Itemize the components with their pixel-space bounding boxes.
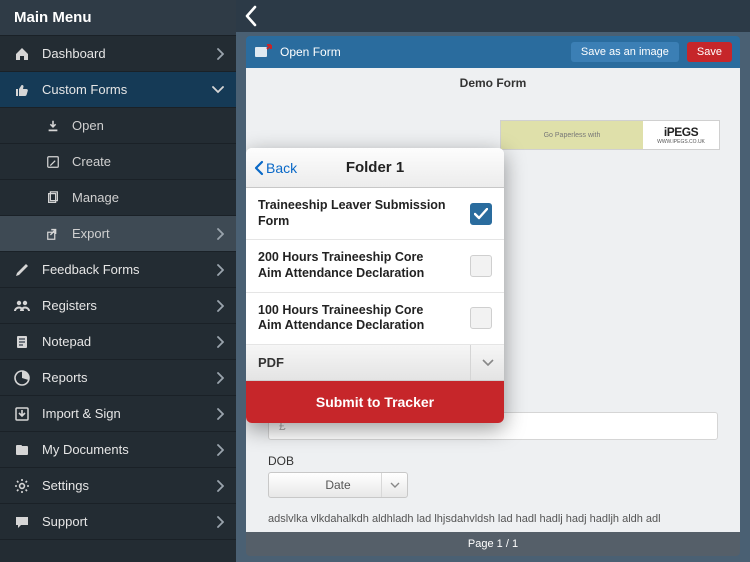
sidebar-sub-create[interactable]: Create: [0, 144, 236, 180]
popover-row-label: Traineeship Leaver Submission Form: [258, 198, 448, 229]
download-icon: [44, 117, 62, 135]
chevron-right-icon: [216, 372, 224, 384]
chevron-right-icon: [216, 264, 224, 276]
sidebar-sub-label: Export: [72, 226, 110, 241]
chevron-right-icon: [216, 228, 224, 240]
open-form-label[interactable]: Open Form: [280, 45, 341, 59]
sidebar-item-label: Notepad: [42, 334, 91, 349]
sidebar-item-label: Custom Forms: [42, 82, 127, 97]
sidebar-item-label: Import & Sign: [42, 406, 121, 421]
sidebar-sub-manage[interactable]: Manage: [0, 180, 236, 216]
export-format-label: PDF: [258, 355, 284, 370]
back-button[interactable]: [244, 5, 258, 27]
date-select-label: Date: [325, 478, 350, 492]
chevron-right-icon: [216, 516, 224, 528]
popover-row-label: 200 Hours Traineeship Core Aim Attendanc…: [258, 250, 448, 281]
copy-icon: [44, 189, 62, 207]
sidebar-item-label: Settings: [42, 478, 89, 493]
save-button[interactable]: Save: [687, 42, 732, 62]
sidebar-item-support[interactable]: Support: [0, 504, 236, 540]
logo-banner: Go Paperless with iPEGS WWW.IPEGS.CO.UK: [500, 120, 720, 150]
sidebar: Main Menu Dashboard Custom Forms Open Cr…: [0, 0, 236, 562]
header-bar: [236, 0, 750, 32]
export-icon: [44, 225, 62, 243]
export-popover: Back Folder 1 Traineeship Leaver Submiss…: [246, 148, 504, 423]
open-form-icon[interactable]: [254, 44, 272, 60]
dob-label: DOB: [268, 454, 740, 468]
popover-row[interactable]: 100 Hours Traineeship Core Aim Attendanc…: [246, 293, 504, 345]
chat-icon: [12, 512, 32, 532]
sidebar-sub-open[interactable]: Open: [0, 108, 236, 144]
sidebar-item-settings[interactable]: Settings: [0, 468, 236, 504]
popover-back-button[interactable]: Back: [254, 160, 297, 176]
sidebar-item-label: Reports: [42, 370, 88, 385]
submit-to-tracker-button[interactable]: Submit to Tracker: [246, 381, 504, 423]
sidebar-title: Main Menu: [0, 0, 236, 36]
chevron-right-icon: [216, 48, 224, 60]
logo-text: iPEGS: [664, 125, 698, 139]
sidebar-sub-label: Open: [72, 118, 104, 133]
sidebar-item-reports[interactable]: Reports: [0, 360, 236, 396]
checkbox[interactable]: [470, 255, 492, 277]
sidebar-item-label: Feedback Forms: [42, 262, 140, 277]
sidebar-item-import-sign[interactable]: Import & Sign: [0, 396, 236, 432]
checkbox[interactable]: [470, 203, 492, 225]
gear-icon: [12, 476, 32, 496]
popover-title: Folder 1: [346, 159, 404, 176]
main-pane: Open Form Save as an image Save Demo For…: [236, 0, 750, 562]
popover-row-label: 100 Hours Traineeship Core Aim Attendanc…: [258, 303, 448, 334]
note-icon: [12, 332, 32, 352]
docs-icon: [12, 440, 32, 460]
save-as-image-button[interactable]: Save as an image: [571, 42, 679, 62]
chevron-right-icon: [216, 444, 224, 456]
body-text: adslvlka vlkdahalkdh aldhladh lad lhjsda…: [268, 512, 718, 526]
chevron-down-icon: [470, 345, 504, 380]
import-icon: [12, 404, 32, 424]
form-canvas: Demo Form Go Paperless with iPEGS WWW.IP…: [246, 68, 740, 532]
chevron-down-icon: [212, 86, 224, 94]
popover-back-label: Back: [266, 160, 297, 176]
sidebar-sub-export[interactable]: Export: [0, 216, 236, 252]
sidebar-item-dashboard[interactable]: Dashboard: [0, 36, 236, 72]
sidebar-sub-label: Manage: [72, 190, 119, 205]
form-title: Demo Form: [246, 68, 740, 98]
date-select[interactable]: Date: [268, 472, 408, 498]
sidebar-item-feedback-forms[interactable]: Feedback Forms: [0, 252, 236, 288]
chevron-down-icon: [381, 473, 407, 497]
sidebar-item-my-documents[interactable]: My Documents: [0, 432, 236, 468]
pager: Page 1 / 1: [246, 532, 740, 556]
sidebar-item-registers[interactable]: Registers: [0, 288, 236, 324]
chevron-right-icon: [216, 408, 224, 420]
pencil-icon: [12, 260, 32, 280]
pie-icon: [12, 368, 32, 388]
chevron-right-icon: [216, 336, 224, 348]
checkbox[interactable]: [470, 307, 492, 329]
thumb-icon: [12, 80, 32, 100]
home-icon: [12, 44, 32, 64]
chevron-right-icon: [216, 300, 224, 312]
people-icon: [12, 296, 32, 316]
export-format-select[interactable]: PDF: [246, 345, 504, 381]
popover-row[interactable]: 200 Hours Traineeship Core Aim Attendanc…: [246, 240, 504, 292]
edit-icon: [44, 153, 62, 171]
sidebar-item-label: Registers: [42, 298, 97, 313]
logo-url: WWW.IPEGS.CO.UK: [657, 139, 705, 145]
sidebar-sub-label: Create: [72, 154, 111, 169]
sidebar-item-custom-forms[interactable]: Custom Forms: [0, 72, 236, 108]
sidebar-item-label: Support: [42, 514, 88, 529]
form-toolbar: Open Form Save as an image Save: [246, 36, 740, 68]
popover-row[interactable]: Traineeship Leaver Submission Form: [246, 188, 504, 240]
popover-header: Back Folder 1: [246, 148, 504, 188]
logo: iPEGS WWW.IPEGS.CO.UK: [643, 121, 719, 149]
sidebar-item-label: My Documents: [42, 442, 129, 457]
chevron-right-icon: [216, 480, 224, 492]
sidebar-item-notepad[interactable]: Notepad: [0, 324, 236, 360]
logo-tagline: Go Paperless with: [501, 121, 643, 149]
sidebar-item-label: Dashboard: [42, 46, 106, 61]
